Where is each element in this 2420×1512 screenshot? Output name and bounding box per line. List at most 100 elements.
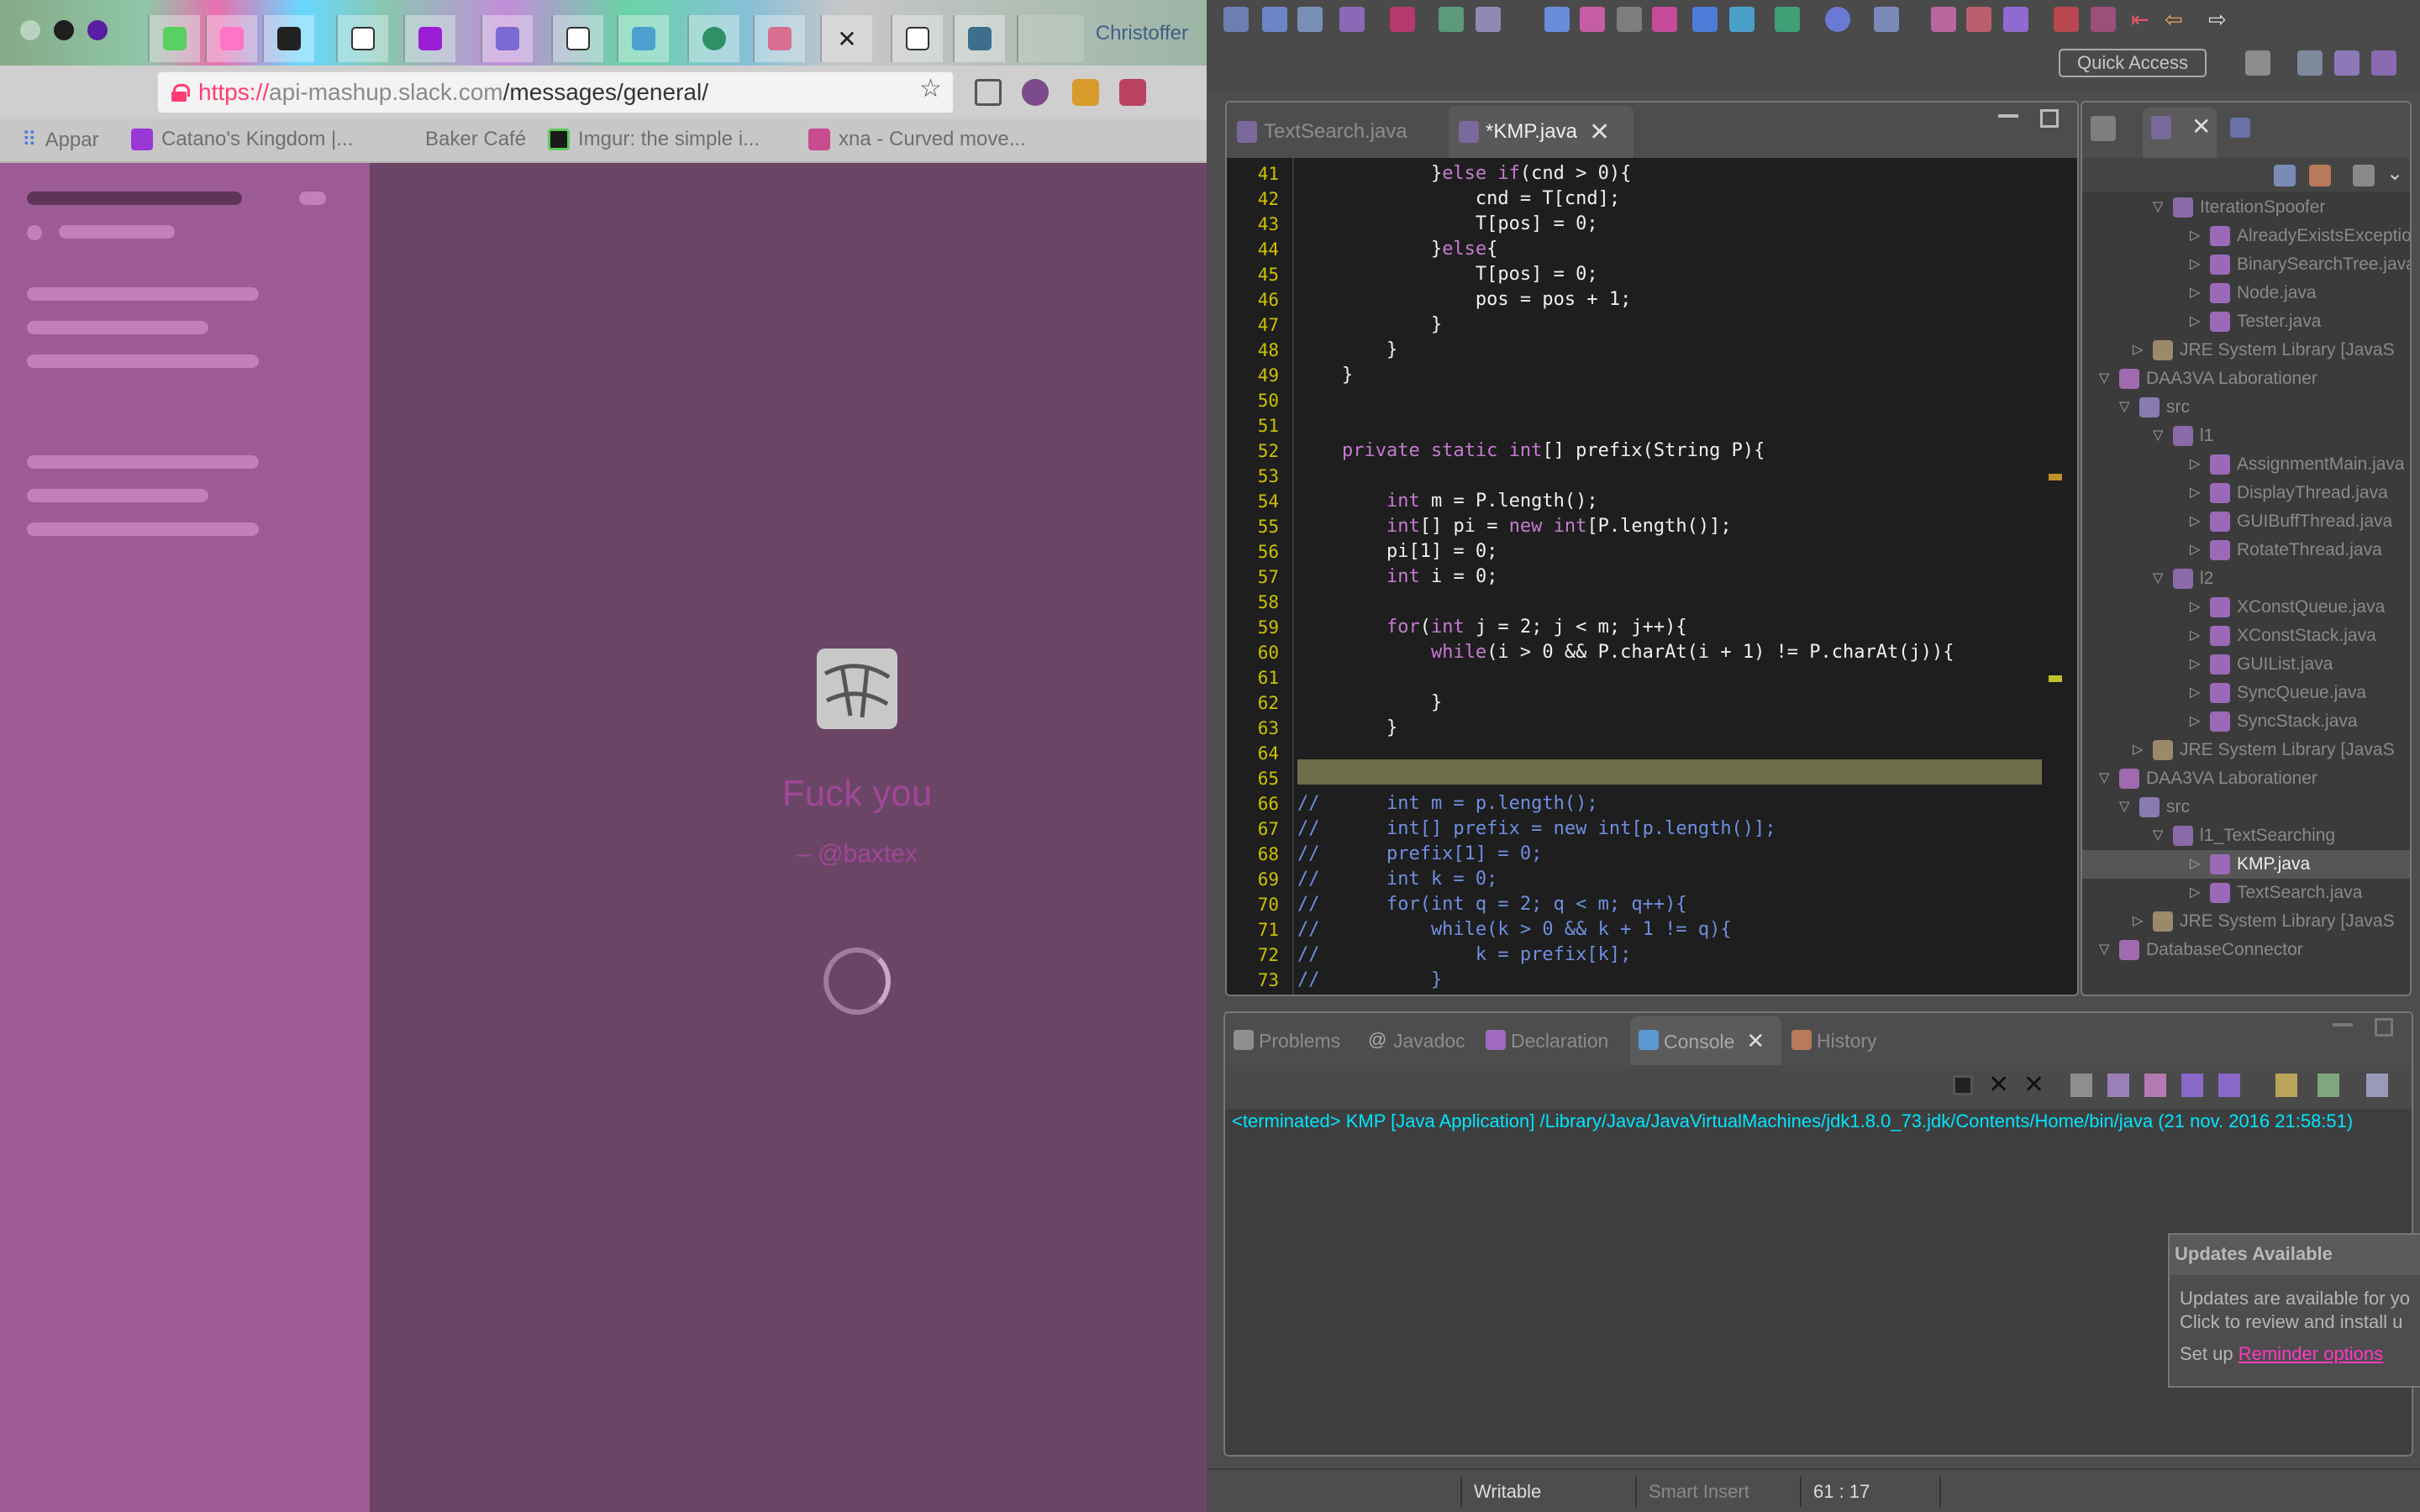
forward-icon[interactable]: ⇨ xyxy=(2208,7,2233,32)
tree-item[interactable]: ▷ XConstStack.java xyxy=(2082,622,2410,650)
collapse-arrow-icon[interactable]: ▽ xyxy=(2153,193,2166,222)
browser-tab[interactable] xyxy=(891,15,943,62)
java-perspective-icon[interactable] xyxy=(2297,50,2323,76)
minimize-window-button[interactable] xyxy=(54,20,74,40)
expand-arrow-icon[interactable]: ▷ xyxy=(2190,650,2203,679)
search-icon[interactable] xyxy=(1874,7,1899,32)
tree-item[interactable]: ▽ l1 xyxy=(2082,422,2410,450)
close-tab-icon[interactable]: ✕ xyxy=(837,25,856,53)
tree-item[interactable]: ▷ JRE System Library [JavaS xyxy=(2082,736,2410,764)
tree-item[interactable]: ▷ SyncStack.java xyxy=(2082,707,2410,736)
close-window-button[interactable] xyxy=(20,20,40,40)
pen-icon[interactable] xyxy=(1580,7,1605,32)
tree-item[interactable]: ▽ DatabaseConnector xyxy=(2082,936,2410,964)
expand-arrow-icon[interactable]: ▷ xyxy=(2190,250,2203,279)
link-editor-icon[interactable] xyxy=(2309,165,2331,186)
maximize-icon[interactable] xyxy=(2040,109,2059,128)
tree-item[interactable]: ▷ XConstQueue.java xyxy=(2082,593,2410,622)
bookmark-item[interactable]: Baker Café xyxy=(395,128,526,151)
debug-icon[interactable] xyxy=(1439,7,1464,32)
tree-item[interactable]: ▽ DAA3VA Laborationer xyxy=(2082,764,2410,793)
minimize-icon[interactable] xyxy=(1998,114,2018,118)
debug-perspective-icon[interactable] xyxy=(2334,50,2360,76)
expand-arrow-icon[interactable]: ▷ xyxy=(2190,307,2203,336)
tab-javadoc[interactable]: @ Javadoc xyxy=(1360,1016,1477,1065)
tree-item[interactable]: ▷ Node.java xyxy=(2082,279,2410,307)
remove-launch-icon[interactable]: ✕ xyxy=(1988,1070,2009,1100)
expand-arrow-icon[interactable]: ▷ xyxy=(2133,336,2146,365)
address-bar[interactable]: https://api-mashup.slack.com/messages/ge… xyxy=(156,71,955,114)
toolbar-tool-icon[interactable] xyxy=(1729,7,1754,32)
outline-tab-icon[interactable] xyxy=(2230,118,2250,138)
tree-item[interactable]: ▷ JRE System Library [JavaS xyxy=(2082,907,2410,936)
new-tab-button[interactable] xyxy=(1017,15,1084,62)
toolbar-tool-icon[interactable] xyxy=(1692,7,1718,32)
tab-textsearch[interactable]: TextSearch.java xyxy=(1227,106,1445,158)
expand-arrow-icon[interactable]: ▷ xyxy=(2190,479,2203,507)
expand-arrow-icon[interactable]: ▷ xyxy=(2190,879,2203,907)
tree-item[interactable]: ▽ src xyxy=(2082,793,2410,822)
tree-item[interactable]: ▷ AlreadyExistsException xyxy=(2082,222,2410,250)
expand-arrow-icon[interactable]: ▷ xyxy=(2190,850,2203,879)
bookmark-item[interactable]: Catano's Kingdom |... xyxy=(131,128,353,151)
browser-tab[interactable] xyxy=(403,15,455,62)
collapse-arrow-icon[interactable]: ▽ xyxy=(2119,393,2133,422)
save-all-icon[interactable] xyxy=(1297,7,1323,32)
terminate-icon[interactable] xyxy=(1953,1075,1973,1095)
word-wrap-icon[interactable] xyxy=(2144,1074,2166,1097)
overview-ruler-marker[interactable] xyxy=(2049,474,2062,480)
collapse-arrow-icon[interactable]: ▽ xyxy=(2099,936,2112,964)
tree-item[interactable]: ▽ l2 xyxy=(2082,564,2410,593)
collapse-arrow-icon[interactable]: ▽ xyxy=(2153,822,2166,850)
tab-declaration[interactable]: Declaration xyxy=(1477,1016,1628,1065)
bookmark-item[interactable]: Imgur: the simple i... xyxy=(548,128,760,151)
reminder-options-link[interactable]: Reminder options xyxy=(2238,1343,2383,1364)
updates-notification[interactable]: Updates Available Updates are available … xyxy=(2168,1233,2420,1388)
collapse-all-icon[interactable] xyxy=(2274,165,2296,186)
open-perspective-icon[interactable] xyxy=(2245,50,2270,76)
collapse-arrow-icon[interactable]: ▽ xyxy=(2099,764,2112,793)
tree-item[interactable]: ▷ AssignmentMain.java xyxy=(2082,450,2410,479)
print-icon[interactable] xyxy=(1339,7,1365,32)
show-on-output-icon[interactable] xyxy=(2181,1074,2203,1097)
bookmark-apps[interactable]: ⠿ Appar xyxy=(22,128,99,152)
filter-icon[interactable] xyxy=(2353,165,2375,186)
extension-icon[interactable] xyxy=(1072,79,1099,106)
tree-item[interactable]: ▷ GUIBuffThread.java xyxy=(2082,507,2410,536)
tree-item[interactable]: ▷ KMP.java xyxy=(2082,850,2410,879)
back-icon[interactable]: ⇦ xyxy=(2165,7,2190,32)
tree-item[interactable]: ▷ SyncQueue.java xyxy=(2082,679,2410,707)
close-tab-icon[interactable]: ✕ xyxy=(1589,118,1610,147)
view-menu-icon[interactable]: ⌄ xyxy=(2386,161,2403,186)
maximize-icon[interactable] xyxy=(2375,1018,2393,1037)
expand-arrow-icon[interactable]: ▷ xyxy=(2190,507,2203,536)
cast-icon[interactable] xyxy=(975,79,1002,106)
tab-problems[interactable]: Problems xyxy=(1225,1016,1360,1065)
perspective-icon[interactable] xyxy=(2371,50,2396,76)
expand-arrow-icon[interactable]: ▷ xyxy=(2190,622,2203,650)
clear-console-icon[interactable] xyxy=(2070,1074,2092,1097)
tab-console[interactable]: Console ✕ xyxy=(1630,1016,1781,1065)
expand-arrow-icon[interactable]: ▷ xyxy=(2190,450,2203,479)
show-on-error-icon[interactable] xyxy=(2218,1074,2240,1097)
save-icon[interactable] xyxy=(1262,7,1287,32)
bug-icon[interactable] xyxy=(1775,7,1800,32)
extension-icon[interactable] xyxy=(1119,79,1146,106)
tree-item[interactable]: ▽ DAA3VA Laborationer xyxy=(2082,365,2410,393)
browser-tab[interactable] xyxy=(148,15,200,62)
expand-arrow-icon[interactable]: ▷ xyxy=(2190,593,2203,622)
close-tab-icon[interactable]: ✕ xyxy=(1746,1028,1765,1053)
scroll-lock-icon[interactable] xyxy=(2107,1074,2129,1097)
toolbar-tool-icon[interactable] xyxy=(1931,7,1956,32)
tree-item[interactable]: ▷ BinarySearchTree.java xyxy=(2082,250,2410,279)
collapse-arrow-icon[interactable]: ▽ xyxy=(2099,365,2112,393)
remove-all-launches-icon[interactable]: ✕ xyxy=(2023,1070,2044,1100)
expand-arrow-icon[interactable]: ▷ xyxy=(2190,222,2203,250)
new-file-icon[interactable] xyxy=(1223,7,1249,32)
browser-tab[interactable] xyxy=(205,15,257,62)
toolbar-tool-icon[interactable] xyxy=(1617,7,1642,32)
tree-item[interactable]: ▷ Tester.java xyxy=(2082,307,2410,336)
expand-arrow-icon[interactable]: ▷ xyxy=(2190,279,2203,307)
expand-arrow-icon[interactable]: ▷ xyxy=(2190,707,2203,736)
toolbar-tool-icon[interactable] xyxy=(1966,7,1991,32)
